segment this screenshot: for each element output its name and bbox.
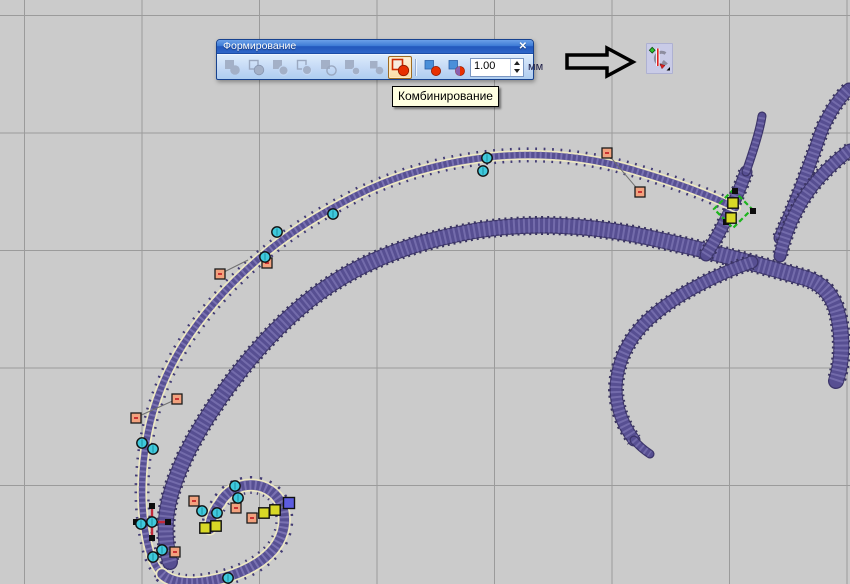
simplify-button[interactable] — [292, 56, 316, 79]
yellow-node-square[interactable] — [211, 521, 221, 531]
toolbar-titlebar[interactable]: Формирование ✕ — [217, 40, 533, 54]
combine-trim-target-icon — [447, 58, 466, 77]
orange-handle-mark — [250, 517, 254, 519]
orange-handle-mark — [173, 551, 177, 553]
curve-tool-icon — [648, 45, 671, 72]
intersect-icon — [271, 58, 289, 76]
combine-trim-target-button[interactable] — [444, 56, 468, 79]
yellow-node-square[interactable] — [726, 213, 736, 223]
intersect-button[interactable] — [268, 56, 292, 79]
toolbar-separator — [415, 59, 417, 76]
trim-button[interactable] — [244, 56, 268, 79]
offset-value-field[interactable]: 1.00 — [470, 58, 524, 77]
spinner-down-button[interactable] — [511, 67, 523, 76]
combine-weld-target-button[interactable] — [420, 56, 444, 79]
orange-handle-mark — [605, 152, 609, 154]
orange-handle-mark — [638, 191, 642, 193]
front-minus-back-button[interactable] — [316, 56, 340, 79]
orange-handle-mark — [218, 273, 222, 275]
chevron-down-icon — [514, 69, 520, 73]
curve-tool-button[interactable] — [646, 43, 673, 74]
combine-weld-target-icon — [423, 58, 442, 77]
orange-handle-mark — [134, 417, 138, 419]
cross-tip-square[interactable] — [165, 519, 171, 525]
shaping-toolbar-window: Формирование ✕ — [216, 39, 534, 80]
toolbar-title: Формирование — [223, 41, 296, 52]
cross-tip-square[interactable] — [149, 503, 155, 509]
orange-handle-mark — [234, 507, 238, 509]
design-canvas[interactable]: Формирование ✕ — [0, 0, 850, 584]
blue-node-square[interactable] — [284, 498, 295, 509]
orange-handle-mark — [175, 398, 179, 400]
weld-icon — [223, 58, 241, 76]
cross-tip-square[interactable] — [149, 535, 155, 541]
boundary-icon — [367, 58, 385, 76]
offset-spinner — [510, 59, 523, 76]
offset-value[interactable]: 1.00 — [471, 59, 510, 76]
spinner-up-button[interactable] — [511, 59, 523, 68]
simplify-icon — [295, 58, 313, 76]
boundary-button[interactable] — [364, 56, 388, 79]
black-node-square[interactable] — [750, 208, 756, 214]
back-minus-front-button[interactable] — [340, 56, 364, 79]
combine-button[interactable] — [388, 56, 412, 79]
back-minus-front-icon — [343, 58, 361, 76]
yellow-node-square[interactable] — [259, 508, 269, 518]
unit-label: мм — [528, 61, 543, 73]
toolbar-buttons-row: 1.00 мм — [217, 54, 533, 79]
black-node-square[interactable] — [732, 188, 738, 194]
yellow-node-square[interactable] — [728, 198, 738, 208]
orange-handle-mark — [192, 500, 196, 502]
close-icon[interactable]: ✕ — [518, 42, 528, 52]
yellow-node-square[interactable] — [270, 505, 280, 515]
tooltip: Комбинирование — [392, 86, 499, 107]
chevron-up-icon — [514, 61, 520, 65]
combine-icon — [390, 57, 410, 77]
front-minus-back-icon — [319, 58, 337, 76]
yellow-node-square[interactable] — [200, 523, 210, 533]
trim-icon — [247, 58, 265, 76]
weld-button[interactable] — [220, 56, 244, 79]
